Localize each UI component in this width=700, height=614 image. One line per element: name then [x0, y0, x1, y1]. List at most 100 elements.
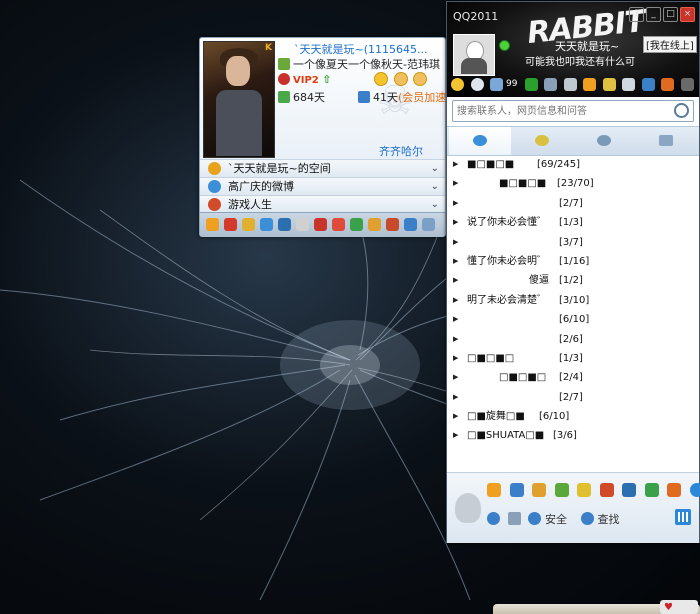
app-icon-12[interactable] — [404, 218, 417, 231]
feather-icon[interactable] — [563, 77, 577, 91]
app-icon-13[interactable] — [422, 218, 435, 231]
skin-icon[interactable] — [622, 77, 636, 91]
group-item[interactable]: ▶ [2/7] — [447, 388, 699, 407]
download-icon[interactable] — [689, 483, 700, 497]
tab-groups[interactable] — [573, 127, 635, 155]
search-icon[interactable] — [674, 103, 689, 118]
app-grid-icon[interactable] — [675, 509, 691, 525]
chevron-down-icon[interactable]: ⌄ — [431, 178, 439, 195]
mall-icon[interactable] — [661, 77, 675, 91]
group-item[interactable]: ▶ [2/7] — [447, 194, 699, 213]
search-icon[interactable] — [580, 512, 594, 525]
expand-arrow-icon[interactable]: ▶ — [453, 213, 458, 232]
expand-arrow-icon[interactable]: ▶ — [453, 252, 458, 271]
group-item[interactable]: ▶ ■□■□■ [69/245] — [447, 155, 699, 174]
star-icon[interactable] — [451, 77, 464, 91]
expand-arrow-icon[interactable]: ▶ — [453, 155, 458, 174]
expand-arrow-icon[interactable]: ▶ — [453, 349, 458, 368]
expand-arrow-icon[interactable]: ▶ — [453, 174, 458, 193]
group-item[interactable]: ▶ [3/7] — [447, 233, 699, 252]
app-icon-4[interactable] — [260, 218, 273, 231]
expand-arrow-icon[interactable]: ▶ — [453, 330, 458, 349]
maximize-button[interactable]: □ — [663, 7, 678, 22]
app-icon-10[interactable] — [368, 218, 381, 231]
grid-app-icon[interactable] — [667, 483, 681, 497]
mail-icon[interactable] — [490, 77, 503, 91]
search-input[interactable] — [455, 102, 671, 121]
user-nickname[interactable]: 天天就是玩~ — [555, 38, 619, 54]
gear-icon[interactable] — [487, 512, 500, 525]
volume-icon[interactable] — [507, 512, 521, 525]
help-button[interactable]: ? — [629, 7, 644, 22]
game-icon[interactable] — [554, 483, 569, 497]
qq-penguin-icon[interactable] — [455, 493, 481, 523]
ie-icon[interactable] — [641, 77, 655, 91]
expand-arrow-icon[interactable]: ▶ — [453, 271, 458, 290]
group-item[interactable]: ▶ 懂了你未必会明゛ [1/16] — [447, 252, 699, 271]
user-avatar[interactable] — [453, 34, 495, 76]
profile-name[interactable]: `天天就是玩~(1115645... — [294, 41, 444, 57]
group-item[interactable]: ▶ 傻逼 [1/2] — [447, 271, 699, 290]
tab-contacts[interactable] — [449, 127, 511, 155]
expand-arrow-icon[interactable]: ▶ — [453, 368, 458, 387]
user-signature[interactable]: 可能我也叩我还有什么可 — [525, 53, 635, 68]
expand-arrow-icon[interactable]: ▶ — [453, 310, 458, 329]
app-icon-11[interactable] — [386, 218, 399, 231]
more-icon[interactable] — [680, 77, 694, 91]
profile-signature[interactable]: 一个像夏天一个像秋天-范玮琪 — [293, 58, 440, 71]
expand-arrow-icon[interactable]: ▶ — [453, 426, 458, 445]
search-icon[interactable] — [470, 77, 484, 91]
music-icon[interactable] — [602, 77, 616, 91]
video-icon[interactable] — [599, 483, 614, 497]
pen-icon[interactable] — [487, 483, 501, 497]
group-item[interactable]: ▶ 明了未必会清楚゛ [3/10] — [447, 291, 699, 310]
taskbar-button[interactable]: ♥ — [660, 600, 698, 614]
group-item[interactable]: ▶ □■旋舞□■ [6/10] — [447, 407, 699, 426]
group-item[interactable]: ▶ □■SHUATA□■ [3/6] — [447, 426, 699, 445]
globe-icon[interactable] — [622, 483, 636, 497]
app-icon[interactable] — [544, 77, 558, 91]
status-selector[interactable]: [我在线上] — [643, 36, 697, 53]
app-icon-3[interactable] — [242, 218, 255, 231]
app-icon-2[interactable] — [224, 218, 237, 231]
expand-arrow-icon[interactable]: ▶ — [453, 233, 458, 252]
shield-icon[interactable] — [644, 483, 659, 497]
group-item[interactable]: ▶ ■□■□■ [23/70] — [447, 174, 699, 193]
expand-arrow-icon[interactable]: ▶ — [453, 194, 458, 213]
group-name: ■□■□■ — [499, 178, 547, 190]
app-icon-6[interactable] — [296, 218, 309, 231]
link-weibo[interactable]: 高广庆的微博 ⌄ — [200, 177, 445, 195]
clover-icon[interactable] — [524, 77, 538, 91]
online-status-icon[interactable] — [499, 40, 510, 51]
find-button[interactable]: 查找 — [598, 513, 620, 526]
app-icon-5[interactable] — [278, 218, 291, 231]
app-icon-7[interactable] — [314, 218, 327, 231]
chevron-down-icon[interactable]: ⌄ — [431, 160, 439, 177]
music-icon[interactable] — [577, 483, 591, 497]
group-item[interactable]: ▶ □■□■□ [1/3] — [447, 349, 699, 368]
pet-icon[interactable] — [532, 483, 546, 497]
person-icon[interactable] — [509, 483, 524, 497]
group-item[interactable]: ▶ 说了你未必会懂゛ [1/3] — [447, 213, 699, 232]
shield-icon[interactable] — [528, 512, 541, 525]
group-item[interactable]: ▶ [2/6] — [447, 330, 699, 349]
vip-badge[interactable]: VIP2 — [293, 75, 319, 86]
expand-arrow-icon[interactable]: ▶ — [453, 388, 458, 407]
chevron-down-icon[interactable]: ⌄ — [431, 196, 439, 213]
close-button[interactable]: × — [680, 7, 695, 22]
app-icon-9[interactable] — [350, 218, 363, 231]
security-button[interactable]: 安全 — [545, 513, 567, 526]
avatar[interactable]: K — [203, 41, 275, 158]
pet-icon[interactable] — [583, 77, 597, 91]
expand-arrow-icon[interactable]: ▶ — [453, 407, 458, 426]
app-icon-1[interactable] — [206, 218, 219, 231]
tab-recent[interactable] — [635, 127, 697, 155]
minimize-button[interactable]: _ — [646, 7, 661, 22]
link-qzone[interactable]: `天天就是玩~的空间 ⌄ — [200, 159, 445, 177]
link-games[interactable]: 游戏人生 ⌄ — [200, 195, 445, 213]
group-item[interactable]: ▶ □■□■□ [2/4] — [447, 368, 699, 387]
group-item[interactable]: ▶ [6/10] — [447, 310, 699, 329]
tab-qzone[interactable] — [511, 127, 573, 155]
expand-arrow-icon[interactable]: ▶ — [453, 291, 458, 310]
app-icon-8[interactable] — [332, 218, 345, 231]
